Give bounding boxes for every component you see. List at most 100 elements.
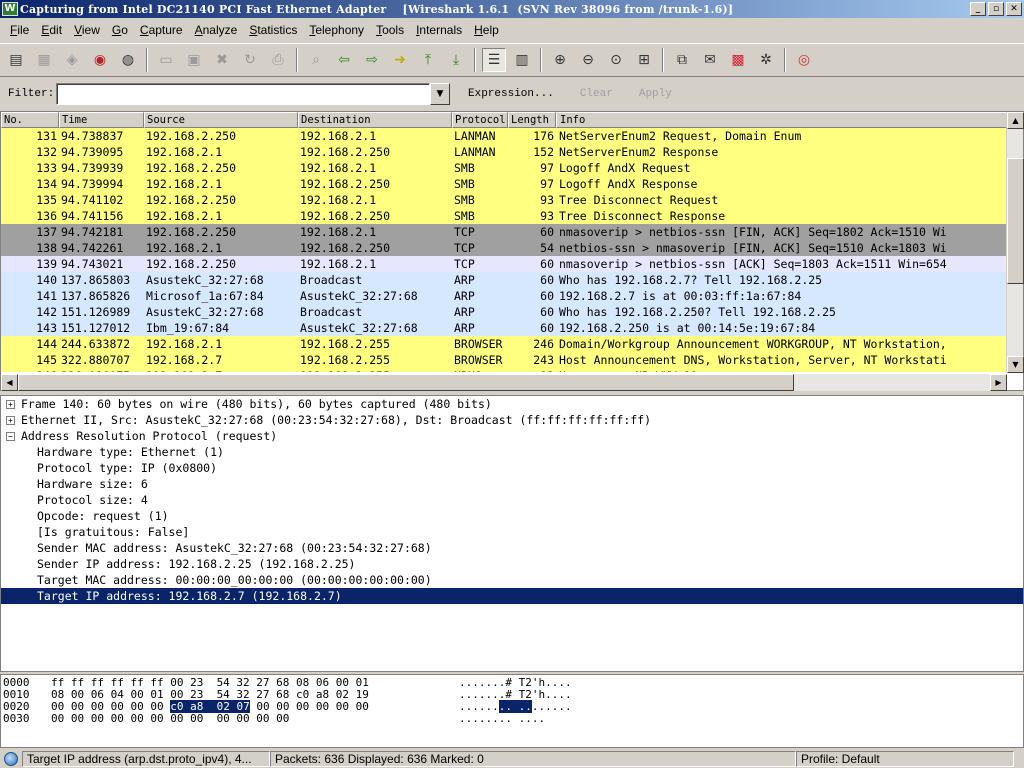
detail-tree-field[interactable]: Target IP address: 192.168.2.7 (192.168.… [1, 588, 1023, 604]
detail-tree-field[interactable]: Opcode: request (1) [1, 508, 1023, 524]
menu-internals[interactable]: Internals [410, 23, 468, 37]
packet-row[interactable]: 140 137.865803 AsustekC_32:27:68 Broadcast A… [1, 272, 1007, 288]
packet-no: 144 [36, 337, 57, 351]
packet-row[interactable]: 141 137.865826 Microsof_1a:67:84 AsustekC_3… [1, 288, 1007, 304]
reload-icon[interactable]: ↻ [238, 48, 262, 72]
packet-row[interactable]: 137 94.742181 192.168.2.250 192.168.2.1 TCP 6… [1, 224, 1007, 240]
menu-statistics[interactable]: Statistics [243, 23, 303, 37]
autoscroll-icon[interactable]: ▥ [510, 48, 534, 72]
last-icon[interactable]: ⤓ [444, 48, 468, 72]
packet-row[interactable]: 146336.016075192.168.2.7192.168.2.255NBN… [1, 368, 1007, 372]
expression-button[interactable]: Expression... [460, 88, 562, 100]
close-icon[interactable]: ✖ [210, 48, 234, 72]
packet-destination: AsustekC_32:27:68 [300, 289, 418, 303]
clear-button[interactable]: Clear [572, 88, 621, 100]
detail-tree-field[interactable]: Protocol type: IP (0x0800) [1, 460, 1023, 476]
print-icon[interactable]: ⎙ [266, 48, 290, 72]
open-icon[interactable]: ▭ [154, 48, 178, 72]
detail-tree-node[interactable]: + Ethernet II, Src: AsustekC_32:27:68 (00… [1, 412, 1023, 428]
display-filters-icon[interactable]: ✉ [698, 48, 722, 72]
hscroll-thumb[interactable] [18, 374, 794, 391]
status-profile[interactable]: Profile: Default [796, 751, 1014, 767]
scroll-left-button[interactable]: ◀ [1, 374, 18, 391]
detail-tree-field[interactable]: [Is gratuitous: False] [1, 524, 1023, 540]
scroll-thumb[interactable] [1007, 158, 1024, 284]
menu-go[interactable]: Go [106, 23, 134, 37]
resize-columns-icon[interactable]: ⊞ [632, 48, 656, 72]
menu-capture[interactable]: Capture [134, 23, 189, 37]
packet-row[interactable]: 132 94.739095 192.168.2.1 192.168.2.250 LANM… [1, 144, 1007, 160]
detail-tree-field[interactable]: Sender IP address: 192.168.2.25 (192.168… [1, 556, 1023, 572]
packet-list-vscrollbar[interactable]: ▲ ▼ [1006, 112, 1024, 373]
expert-info-icon[interactable] [4, 752, 18, 766]
packet-row[interactable]: 133 94.739939 192.168.2.250 192.168.2.1 SMB 9… [1, 160, 1007, 176]
expand-icon[interactable]: + [6, 400, 15, 409]
packet-row[interactable]: 135 94.741102 192.168.2.250 192.168.2.1 SMB 9… [1, 192, 1007, 208]
expand-icon[interactable]: + [6, 416, 15, 425]
packet-row[interactable]: 142 151.126989 AsustekC_32:27:68 Broadcast A… [1, 304, 1007, 320]
bytes-row[interactable]: 0030 00 00 00 00 00 00 00 00 00 00 00 00.… [1, 713, 1023, 725]
zoom-normal-icon[interactable]: ⊙ [604, 48, 628, 72]
close-button[interactable]: ✕ [1006, 2, 1022, 16]
column-header-no[interactable]: No. [1, 112, 59, 128]
minimize-button[interactable]: _ [970, 2, 986, 16]
menu-telephony[interactable]: Telephony [303, 23, 370, 37]
column-header-time[interactable]: Time [59, 112, 144, 128]
column-header-destination[interactable]: Destination [298, 112, 452, 128]
preferences-icon[interactable]: ✲ [754, 48, 778, 72]
column-header-source[interactable]: Source [144, 112, 298, 128]
menu-view[interactable]: View [68, 23, 106, 37]
filter-dropdown-button[interactable]: ▼ [430, 83, 450, 105]
packet-row[interactable]: 139 94.743021 192.168.2.250 192.168.2.1 TCP 6… [1, 256, 1007, 272]
detail-tree-field[interactable]: Sender MAC address: AsustekC_32:27:68 (0… [1, 540, 1023, 556]
packet-row[interactable]: 138 94.742261 192.168.2.1 192.168.2.250 TCP 5… [1, 240, 1007, 256]
collapse-icon[interactable]: − [6, 432, 15, 441]
first-icon[interactable]: ⤒ [416, 48, 440, 72]
menu-file[interactable]: File [4, 23, 35, 37]
menu-edit[interactable]: Edit [35, 23, 68, 37]
packet-row[interactable]: 131 94.738837 192.168.2.250 192.168.2.1 LANM… [1, 128, 1007, 144]
coloring-rules-icon[interactable]: ▩ [726, 48, 750, 72]
packet-row[interactable]: 144 244.633872 192.168.2.1 192.168.2.255 BRO… [1, 336, 1007, 352]
find-icon[interactable]: ⌕ [304, 48, 328, 72]
detail-tree-node[interactable]: − Address Resolution Protocol (request) [1, 428, 1023, 444]
capture-filters-icon[interactable]: ⧉ [670, 48, 694, 72]
restart-icon[interactable]: ◍ [116, 48, 140, 72]
detail-tree-field[interactable]: Protocol size: 4 [1, 492, 1023, 508]
apply-button[interactable]: Apply [631, 88, 680, 100]
zoom-in-icon[interactable]: ⊕ [548, 48, 572, 72]
detail-tree-field[interactable]: Hardware type: Ethernet (1) [1, 444, 1023, 460]
menu-analyze[interactable]: Analyze [189, 23, 244, 37]
start-icon[interactable]: ◈ [60, 48, 84, 72]
menu-tools[interactable]: Tools [370, 23, 410, 37]
detail-tree-field[interactable]: Hardware size: 6 [1, 476, 1023, 492]
save-icon[interactable]: ▣ [182, 48, 206, 72]
packet-list-hscrollbar[interactable]: ◀ ▶ [1, 374, 1007, 391]
scroll-right-button[interactable]: ▶ [990, 374, 1007, 391]
menu-help[interactable]: Help [468, 23, 505, 37]
packet-row[interactable]: 143 151.127012 Ibm_19:67:84 AsustekC_32:27:… [1, 320, 1007, 336]
back-icon[interactable]: ⇦ [332, 48, 356, 72]
packet-length: 93 [540, 209, 554, 223]
packet-row[interactable]: 134 94.739994 192.168.2.1 192.168.2.250 SMB 9… [1, 176, 1007, 192]
interfaces-icon[interactable]: ▤ [4, 48, 28, 72]
detail-tree-node[interactable]: + Frame 140: 60 bytes on wire (480 bits),… [1, 396, 1023, 412]
maximize-button[interactable]: ▫ [988, 2, 1004, 16]
detail-tree-field[interactable]: Target MAC address: 00:00:00_00:00:00 (0… [1, 572, 1023, 588]
packet-row[interactable]: 136 94.741156 192.168.2.1 192.168.2.250 SMB 9… [1, 208, 1007, 224]
help-icon[interactable]: ◎ [792, 48, 816, 72]
packet-row[interactable]: 145 322.880707 192.168.2.7 192.168.2.255 BRO… [1, 352, 1007, 368]
colorize-icon[interactable]: ☰ [482, 48, 506, 72]
column-header-info[interactable]: Info [556, 112, 1007, 128]
goto-icon[interactable]: ➜ [388, 48, 412, 72]
scroll-down-button[interactable]: ▼ [1007, 356, 1024, 373]
forward-icon[interactable]: ⇨ [360, 48, 384, 72]
options-icon[interactable]: ▦ [32, 48, 56, 72]
column-header-protocol[interactable]: Protocol [452, 112, 508, 128]
filter-input[interactable] [56, 83, 430, 105]
scroll-up-button[interactable]: ▲ [1007, 112, 1024, 129]
column-header-length[interactable]: Length [508, 112, 556, 128]
zoom-out-icon[interactable]: ⊖ [576, 48, 600, 72]
packet-time: 137.865803 [61, 273, 131, 287]
stop-icon[interactable]: ◉ [88, 48, 112, 72]
